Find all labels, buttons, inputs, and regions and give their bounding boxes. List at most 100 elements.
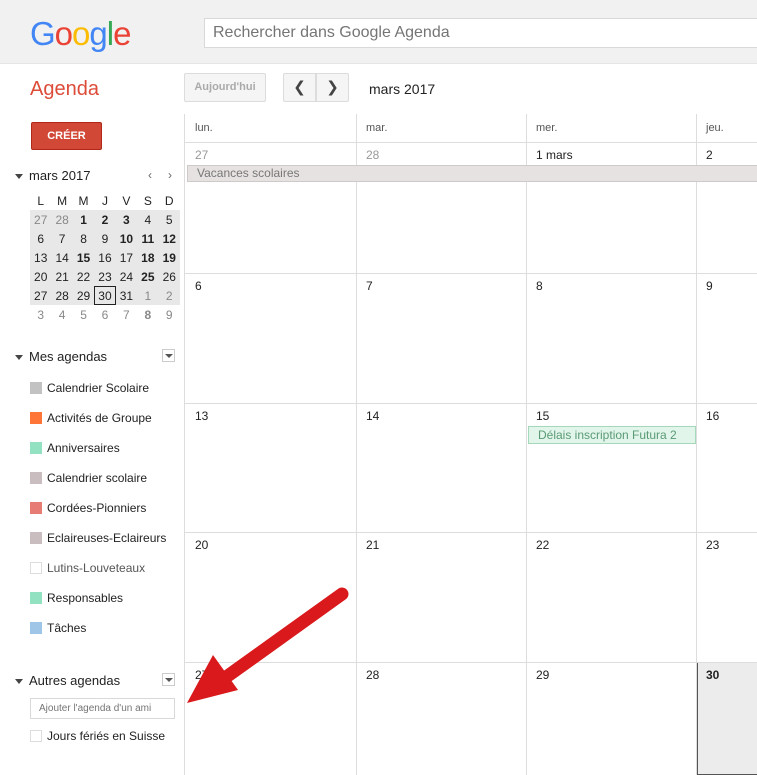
calendar-item[interactable]: Responsables — [30, 591, 123, 605]
day-number[interactable]: 6 — [195, 279, 202, 293]
add-friend-calendar-input[interactable] — [31, 699, 174, 718]
day-number[interactable]: 15 — [536, 409, 549, 423]
mini-day[interactable]: 7 — [116, 305, 137, 324]
mini-day[interactable]: 20 — [30, 267, 52, 286]
mini-day[interactable]: 9 — [94, 229, 116, 248]
day-number[interactable]: 27 — [195, 668, 208, 682]
weekday-header: mar. — [366, 122, 388, 134]
calendar-item[interactable]: Tâches — [30, 621, 86, 635]
mini-day[interactable]: 10 — [115, 229, 138, 248]
event-vacances-scolaires[interactable]: Vacances scolaires — [187, 165, 757, 182]
mini-calendar: L M M J V S D 27 28 1 2 3 4 5 6 7 8 9 10… — [30, 191, 180, 324]
mini-day[interactable]: 15 — [72, 248, 95, 267]
mini-day[interactable]: 26 — [158, 267, 180, 286]
search-box[interactable] — [204, 18, 757, 48]
my-calendars-title: Mes agendas — [29, 349, 108, 364]
mini-day[interactable]: 8 — [137, 305, 158, 324]
mini-day[interactable]: 5 — [158, 210, 180, 229]
mini-day[interactable]: 14 — [51, 248, 73, 267]
google-logo[interactable]: Google — [30, 15, 131, 53]
mini-day[interactable]: 27 — [30, 286, 52, 305]
day-number[interactable]: 9 — [706, 279, 713, 293]
mini-day[interactable]: 4 — [137, 210, 159, 229]
mini-day[interactable]: 7 — [51, 229, 73, 248]
mini-day[interactable]: 22 — [72, 267, 95, 286]
mini-day[interactable]: 21 — [51, 267, 73, 286]
mini-calendar-title[interactable]: mars 2017 — [29, 168, 90, 183]
mini-day[interactable]: 29 — [72, 286, 95, 305]
other-calendars-header[interactable]: Autres agendas — [15, 673, 120, 688]
day-number[interactable]: 7 — [366, 279, 373, 293]
day-number[interactable]: 1 mars — [536, 148, 573, 162]
mini-day[interactable]: 2 — [158, 286, 180, 305]
mini-day[interactable]: 5 — [73, 305, 94, 324]
mini-day[interactable]: 1 — [72, 210, 95, 229]
mini-day[interactable]: 19 — [158, 248, 180, 267]
day-number[interactable]: 2 — [706, 148, 713, 162]
current-month-label: mars 2017 — [369, 81, 436, 97]
calendar-item[interactable]: Anniversaires — [30, 441, 120, 455]
day-number[interactable]: 28 — [366, 668, 379, 682]
day-number[interactable]: 22 — [536, 538, 549, 552]
calendar-item[interactable]: Jours fériés en Suisse — [30, 729, 165, 743]
mini-day[interactable]: 1 — [137, 286, 159, 305]
day-number-today[interactable]: 30 — [706, 668, 719, 682]
day-number[interactable]: 21 — [366, 538, 379, 552]
mini-day[interactable]: 3 — [30, 305, 51, 324]
other-calendars-dropdown-icon[interactable] — [162, 673, 175, 686]
calendar-item[interactable]: Calendrier scolaire — [30, 471, 147, 485]
next-period-button[interactable]: ❯ — [316, 73, 349, 102]
add-friend-calendar-box[interactable] — [30, 698, 175, 719]
collapse-triangle-icon[interactable] — [15, 174, 23, 180]
mini-prev-icon[interactable]: ‹ — [148, 168, 152, 182]
mini-day[interactable]: 27 — [30, 210, 52, 229]
calendar-item[interactable]: Calendrier Scolaire — [30, 381, 149, 395]
weekday-header: lun. — [195, 122, 213, 134]
mini-day[interactable]: 6 — [94, 305, 115, 324]
mini-day[interactable]: 16 — [94, 248, 116, 267]
mini-day[interactable]: 11 — [137, 229, 159, 248]
day-number[interactable]: 28 — [366, 148, 379, 162]
mini-day[interactable]: 25 — [137, 267, 159, 286]
calendar-item[interactable]: Activités de Groupe — [30, 411, 152, 425]
mini-day[interactable]: 3 — [115, 210, 138, 229]
day-number[interactable]: 8 — [536, 279, 543, 293]
calendar-item[interactable]: Eclaireuses-Eclaireurs — [30, 531, 166, 545]
mini-day[interactable]: 28 — [51, 286, 73, 305]
mini-day[interactable]: 13 — [30, 248, 52, 267]
event-delais-inscription[interactable]: Délais inscription Futura 2 — [528, 426, 696, 444]
mini-day[interactable]: 9 — [159, 305, 180, 324]
mini-next-icon[interactable]: › — [168, 168, 172, 182]
calendar-item-label: Calendrier Scolaire — [47, 381, 150, 395]
calendar-item[interactable]: Lutins-Louveteaux — [30, 561, 145, 575]
day-number[interactable]: 14 — [366, 409, 379, 423]
day-number[interactable]: 27 — [195, 148, 208, 162]
day-number[interactable]: 16 — [706, 409, 719, 423]
day-number[interactable]: 29 — [536, 668, 549, 682]
top-header: Google — [0, 0, 757, 64]
calendar-item-label: Activités de Groupe — [47, 411, 152, 425]
mini-day[interactable]: 8 — [72, 229, 95, 248]
calendar-item[interactable]: Cordées-Pionniers — [30, 501, 146, 515]
day-number[interactable]: 13 — [195, 409, 208, 423]
mini-day[interactable]: 4 — [51, 305, 72, 324]
my-calendars-header[interactable]: Mes agendas — [15, 349, 107, 364]
mini-day[interactable]: 24 — [115, 267, 138, 286]
day-number[interactable]: 23 — [706, 538, 719, 552]
mini-day[interactable]: 18 — [137, 248, 159, 267]
day-number[interactable]: 20 — [195, 538, 208, 552]
mini-day[interactable]: 2 — [94, 210, 116, 229]
search-input[interactable] — [205, 19, 757, 47]
previous-period-button[interactable]: ❮ — [283, 73, 316, 102]
mini-day[interactable]: 12 — [158, 229, 180, 248]
mini-day[interactable]: 28 — [51, 210, 73, 229]
mini-day[interactable]: 23 — [94, 267, 116, 286]
calendar-color-swatch — [30, 442, 42, 454]
mini-day-today[interactable]: 30 — [94, 286, 116, 305]
mini-day[interactable]: 6 — [30, 229, 52, 248]
create-event-button[interactable]: CRÉER — [31, 122, 102, 150]
mini-day[interactable]: 17 — [115, 248, 138, 267]
today-button[interactable]: Aujourd'hui — [184, 73, 266, 102]
mini-day[interactable]: 31 — [115, 286, 138, 305]
my-calendars-dropdown-icon[interactable] — [162, 349, 175, 362]
